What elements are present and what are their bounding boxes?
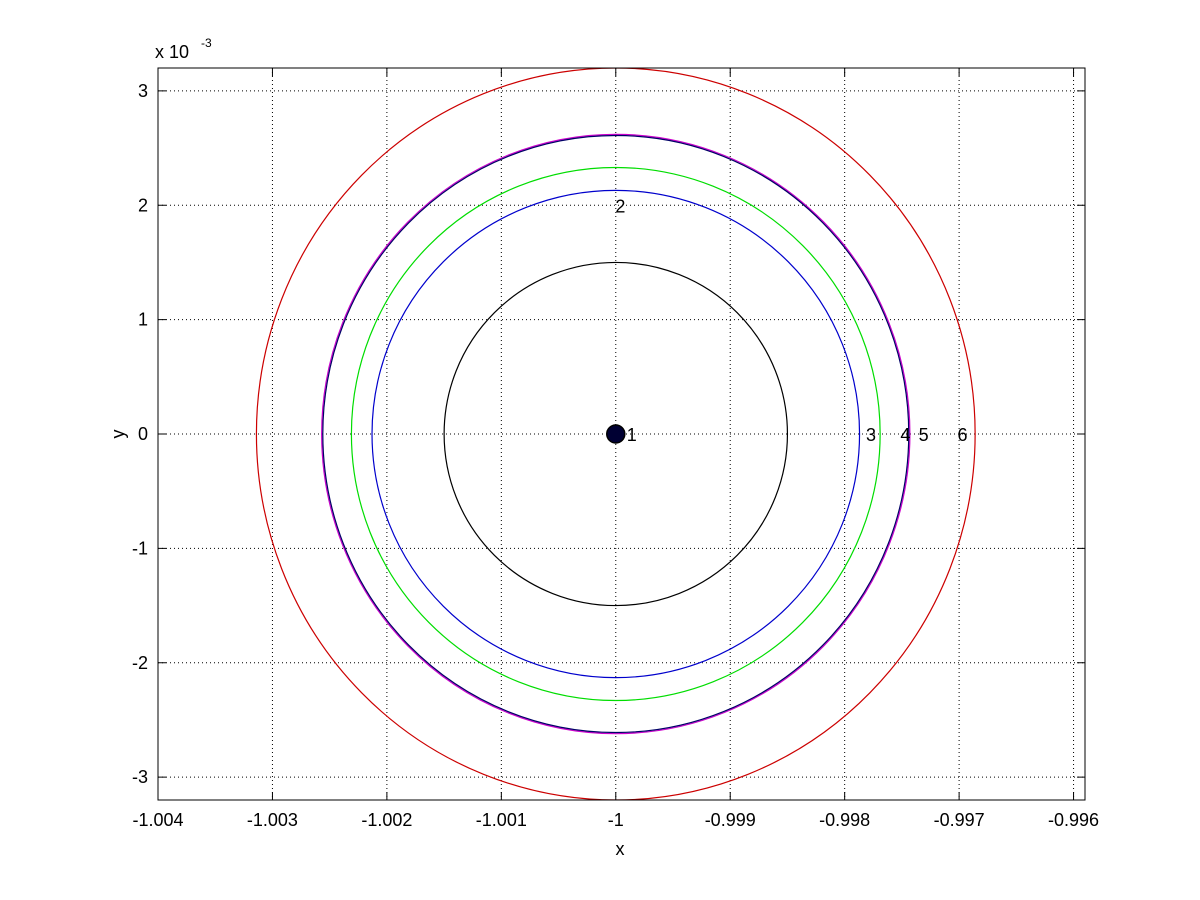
x-tick-label: -1.002 <box>361 810 412 830</box>
orbit-label-3: 3 <box>866 425 876 445</box>
y-axis-label: y <box>108 430 128 439</box>
y-tick-label: 3 <box>138 81 148 101</box>
orbit-label-6: 6 <box>958 425 968 445</box>
y-tick-label: -1 <box>132 538 148 558</box>
center-body <box>606 424 626 444</box>
orbit-label-5: 5 <box>919 425 929 445</box>
x-axis-label: x <box>616 839 625 859</box>
x-tick-label: -1.003 <box>247 810 298 830</box>
y-tick-label: -3 <box>132 767 148 787</box>
y-scale-factor: x 10 <box>155 42 189 62</box>
orbit-label-4: 4 <box>900 425 910 445</box>
x-tick-label: -0.999 <box>705 810 756 830</box>
y-scale-exponent: -3 <box>201 36 212 50</box>
y-tick-label: 1 <box>138 310 148 330</box>
y-tick-label: 2 <box>138 195 148 215</box>
y-tick-label: 0 <box>138 424 148 444</box>
center-marker <box>606 424 626 444</box>
orbit-label-1: 1 <box>627 425 637 445</box>
x-tick-label: -1 <box>608 810 624 830</box>
x-tick-label: -0.998 <box>819 810 870 830</box>
orbit-chart: -1.004 -1.003 -1.002 -1.001 -1 -0.999 -0.998 -0… <box>108 36 1099 859</box>
orbit-label-2: 2 <box>615 196 625 216</box>
x-tick-label: -1.004 <box>132 810 183 830</box>
x-tick-label: -0.997 <box>934 810 985 830</box>
x-tick-label: -1.001 <box>476 810 527 830</box>
y-tick-label: -2 <box>132 653 148 673</box>
x-tick-label: -0.996 <box>1048 810 1099 830</box>
